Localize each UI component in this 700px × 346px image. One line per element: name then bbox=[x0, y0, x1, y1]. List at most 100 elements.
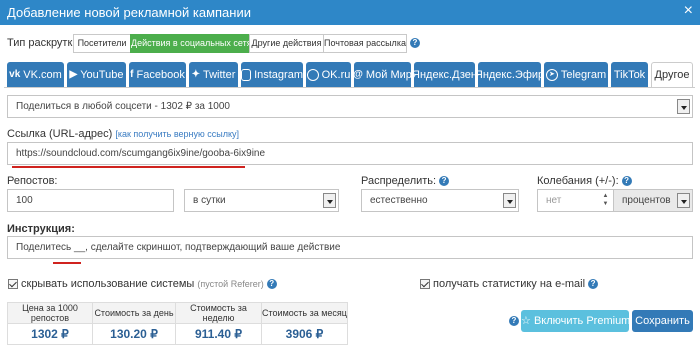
tab-vk-label: VK.com bbox=[23, 68, 62, 81]
distribute-select[interactable]: естественно bbox=[361, 189, 519, 212]
facebook-icon: f bbox=[130, 69, 134, 80]
enable-premium-button[interactable]: ☆ Включить Premium bbox=[521, 310, 631, 332]
url-help-link[interactable]: [как получить верную ссылку] bbox=[115, 129, 239, 139]
telegram-icon: ➤ bbox=[545, 68, 558, 81]
tab-yandex-efir[interactable]: Яндекс.Эфир bbox=[474, 62, 545, 87]
tab-twitter[interactable]: ✦ Twitter bbox=[189, 62, 238, 87]
distribute-select-value: естественно bbox=[370, 195, 428, 206]
twitter-icon: ✦ bbox=[191, 69, 200, 80]
email-stats-label-text: получать статистику на e-mail bbox=[433, 278, 586, 290]
promo-type-other-actions[interactable]: Другие действия bbox=[249, 34, 324, 53]
url-label: Ссылка (URL-адрес) [как получить верную … bbox=[7, 128, 239, 140]
stats-value-price: 1302 ₽ bbox=[7, 323, 93, 345]
tab-youtube[interactable]: ▶ YouTube bbox=[67, 62, 126, 87]
period-select-value: в сутки bbox=[193, 195, 226, 206]
reposts-input[interactable]: 100 bbox=[7, 189, 174, 212]
tab-tiktok-label: TikTok bbox=[613, 68, 646, 81]
promo-type-visitors[interactable]: Посетители bbox=[73, 34, 131, 53]
reposts-label: Репостов: bbox=[7, 175, 58, 187]
fluctuation-label-text: Колебания (+/-): bbox=[537, 175, 619, 187]
save-button[interactable]: Сохранить bbox=[632, 310, 693, 332]
tab-yandex-zen-label: Яндекс.Дзен bbox=[412, 68, 477, 81]
url-label-text: Ссылка (URL-адрес) bbox=[7, 128, 113, 140]
promo-type-label: Тип раскрутки: bbox=[7, 37, 82, 49]
tab-youtube-label: YouTube bbox=[80, 68, 124, 81]
stats-table-row: 1302 ₽ 130.20 ₽ 911.40 ₽ 3906 ₽ bbox=[7, 323, 348, 345]
distribute-label: Распределить:? bbox=[361, 175, 450, 187]
hide-system-help-icon[interactable]: ? bbox=[266, 279, 277, 290]
reposts-input-value: 100 bbox=[16, 195, 33, 206]
email-stats-help-icon[interactable]: ? bbox=[588, 279, 599, 290]
instruction-label: Инструкция: bbox=[7, 223, 75, 235]
stats-header-week: Стоимость за неделю bbox=[175, 302, 262, 324]
chevron-down-icon bbox=[503, 193, 516, 208]
url-input[interactable]: https://soundcloud.com/scumgang6ix9ine/g… bbox=[7, 142, 693, 165]
url-underline-mark bbox=[12, 166, 245, 168]
hide-system-checkbox[interactable] bbox=[8, 279, 18, 289]
chevron-down-icon bbox=[677, 193, 690, 208]
fluctuation-placeholder: нет bbox=[546, 195, 562, 206]
premium-help-icon[interactable]: ? bbox=[509, 316, 519, 326]
stats-table-header-row: Цена за 1000 репостов Стоимость за день … bbox=[7, 302, 348, 324]
mail-at-icon: @ bbox=[353, 69, 363, 80]
chevron-down-icon bbox=[677, 99, 690, 114]
hide-system-label-text: скрывать использование системы bbox=[21, 278, 195, 290]
stats-value-day: 130.20 ₽ bbox=[92, 323, 176, 345]
fluctuation-help-icon[interactable]: ? bbox=[621, 176, 632, 187]
promo-type-help-icon[interactable]: ? bbox=[410, 38, 420, 48]
dialog-title-bar: Добавление новой рекламной кампании × bbox=[0, 0, 700, 25]
enable-premium-label: Включить Premium bbox=[533, 315, 631, 327]
fluctuation-label: Колебания (+/-):? bbox=[537, 175, 632, 187]
tab-twitter-label: Twitter bbox=[202, 68, 236, 81]
dialog-title: Добавление новой рекламной кампании bbox=[7, 5, 251, 20]
stats-header-price: Цена за 1000 репостов bbox=[7, 302, 93, 324]
stats-header-day: Стоимость за день bbox=[92, 302, 176, 324]
instruction-underline-mark bbox=[53, 262, 81, 264]
tab-yandex-efir-label: Яндекс.Эфир bbox=[474, 68, 545, 81]
tab-tiktok[interactable]: TikTok bbox=[611, 62, 648, 87]
tab-ok[interactable]: OK.ru bbox=[306, 62, 351, 87]
tab-yandex-zen[interactable]: Яндекс.Дзен bbox=[412, 62, 477, 87]
tab-telegram[interactable]: ➤ Telegram bbox=[544, 62, 608, 87]
tab-moi-mir[interactable]: @ Мой Мир bbox=[353, 62, 412, 87]
tab-facebook-label: Facebook bbox=[136, 68, 185, 81]
fluctuation-input[interactable]: нет ▲ ▼ bbox=[537, 189, 614, 212]
instagram-icon bbox=[241, 68, 252, 81]
distribute-label-text: Распределить: bbox=[361, 175, 437, 187]
tabs-divider bbox=[4, 87, 695, 88]
tab-ok-label: OK.ru bbox=[321, 68, 351, 81]
youtube-icon: ▶ bbox=[69, 69, 78, 80]
distribute-help-icon[interactable]: ? bbox=[439, 176, 450, 187]
url-input-value: https://soundcloud.com/scumgang6ix9ine/g… bbox=[16, 148, 266, 159]
promo-type-social-actions[interactable]: Действия в социальных сетях bbox=[130, 34, 256, 53]
promo-type-mailing[interactable]: Почтовая рассылка bbox=[323, 34, 407, 53]
star-icon: ☆ bbox=[521, 315, 531, 327]
close-icon[interactable]: × bbox=[684, 3, 693, 19]
tab-other-label: Другое bbox=[654, 69, 690, 81]
tab-vk[interactable]: vk VK.com bbox=[7, 62, 64, 87]
stats-value-week: 911.40 ₽ bbox=[175, 323, 262, 345]
stepper-arrows-icon[interactable]: ▲ ▼ bbox=[601, 192, 610, 209]
email-stats-label: получать статистику на e-mail? bbox=[433, 278, 599, 290]
action-select[interactable]: Поделиться в любой соцсети - 1302 ₽ за 1… bbox=[7, 95, 693, 118]
tab-other[interactable]: Другое bbox=[651, 62, 693, 87]
stats-header-month: Стоимость за месяц bbox=[261, 302, 348, 324]
email-stats-checkbox[interactable] bbox=[420, 279, 430, 289]
tab-facebook[interactable]: f Facebook bbox=[129, 62, 186, 87]
vk-icon: vk bbox=[9, 69, 21, 80]
tab-telegram-label: Telegram bbox=[560, 68, 607, 81]
chevron-down-icon bbox=[323, 193, 336, 208]
stats-table: Цена за 1000 репостов Стоимость за день … bbox=[7, 302, 348, 345]
hide-system-note: (пустой Referer) bbox=[197, 279, 264, 289]
stats-value-month: 3906 ₽ bbox=[261, 323, 348, 345]
hide-system-label: скрывать использование системы (пустой R… bbox=[21, 278, 277, 290]
action-select-value: Поделиться в любой соцсети - 1302 ₽ за 1… bbox=[16, 101, 230, 112]
tab-instagram[interactable]: Instagram bbox=[241, 62, 303, 87]
odnoklassniki-icon bbox=[306, 68, 319, 81]
instruction-input[interactable]: Поделитесь __, сделайте скриншот, подтве… bbox=[7, 236, 693, 259]
tab-moi-mir-label: Мой Мир bbox=[365, 68, 412, 81]
fluctuation-unit-select[interactable]: процентов bbox=[613, 189, 693, 212]
period-select[interactable]: в сутки bbox=[184, 189, 339, 212]
fluctuation-unit-value: процентов bbox=[622, 195, 671, 206]
tab-instagram-label: Instagram bbox=[254, 68, 303, 81]
